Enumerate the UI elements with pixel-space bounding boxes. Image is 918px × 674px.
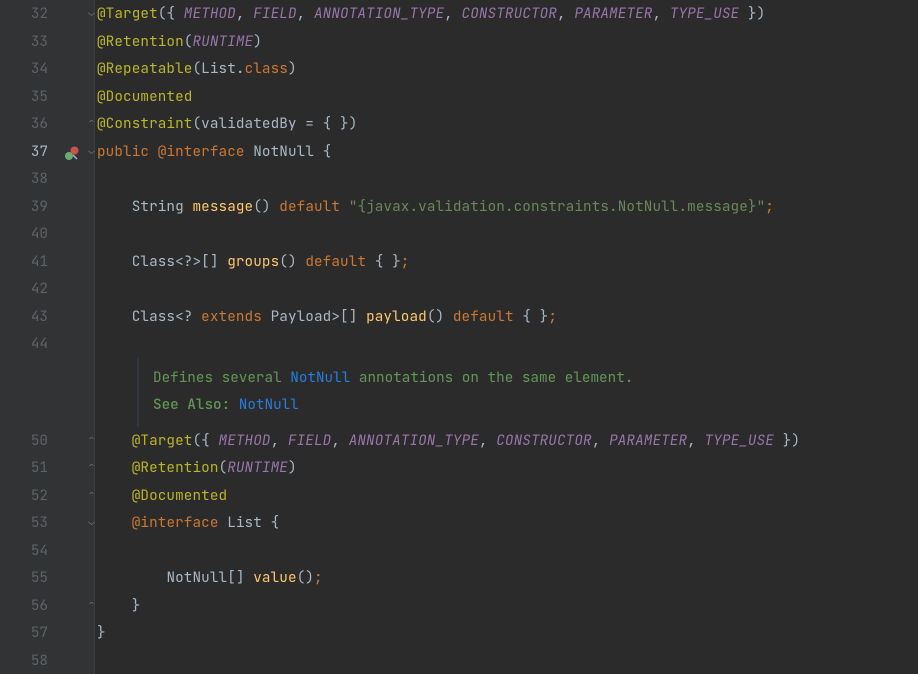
code-area[interactable]: @Target({ METHOD, FIELD, ANNOTATION_TYPE… — [95, 0, 918, 674]
line-number[interactable]: 35 — [0, 83, 48, 111]
javadoc-line: Defines several NotNull annotations on t… — [153, 364, 918, 391]
line-number[interactable]: 42 — [0, 275, 48, 303]
line-number[interactable]: 34 — [0, 55, 48, 83]
code-line[interactable] — [97, 647, 918, 674]
code-line[interactable]: Class<? extends Payload>[] payload() def… — [97, 303, 918, 331]
code-line[interactable]: @Documented — [97, 83, 918, 111]
code-line[interactable] — [97, 220, 918, 248]
code-line[interactable]: } — [97, 592, 918, 620]
line-number[interactable]: 52 — [0, 482, 48, 510]
line-number — [0, 358, 48, 427]
line-number[interactable]: 44 — [0, 330, 48, 358]
line-number[interactable]: 54 — [0, 537, 48, 565]
line-number[interactable]: 58 — [0, 647, 48, 674]
implementations-marker-icon[interactable] — [64, 143, 80, 159]
line-number[interactable]: 40 — [0, 220, 48, 248]
code-line[interactable]: @interface List { — [97, 509, 918, 537]
code-line[interactable]: @Retention(RUNTIME) — [97, 454, 918, 482]
code-line[interactable]: @Documented — [97, 482, 918, 510]
line-number[interactable]: 43 — [0, 303, 48, 331]
line-number[interactable]: 33 — [0, 28, 48, 56]
code-line[interactable]: NotNull[] value(); — [97, 564, 918, 592]
code-line[interactable]: @Target({ METHOD, FIELD, ANNOTATION_TYPE… — [97, 0, 918, 28]
annotation: @Target — [97, 4, 158, 23]
line-number[interactable]: 36 — [0, 110, 48, 138]
line-number[interactable]: 56 — [0, 592, 48, 620]
code-line[interactable] — [97, 165, 918, 193]
line-number[interactable]: 55 — [0, 564, 48, 592]
code-line[interactable]: @Repeatable(List.class) — [97, 55, 918, 83]
code-line[interactable] — [97, 275, 918, 303]
line-number[interactable]: 41 — [0, 248, 48, 276]
javadoc-line: See Also: NotNull — [153, 391, 918, 418]
javadoc-link[interactable]: NotNull — [290, 368, 350, 387]
line-number[interactable]: 51 — [0, 454, 48, 482]
line-number[interactable]: 57 — [0, 619, 48, 647]
code-line[interactable]: @Constraint(validatedBy = { }) — [97, 110, 918, 138]
code-line[interactable] — [97, 537, 918, 565]
rendered-javadoc[interactable]: Defines several NotNull annotations on t… — [137, 358, 918, 427]
line-number[interactable]: 50 — [0, 427, 48, 455]
line-number[interactable]: 32 — [0, 0, 48, 28]
line-number[interactable]: 53 — [0, 509, 48, 537]
code-line[interactable] — [97, 330, 918, 358]
code-editor[interactable]: 32 33 34 35 36 37 38 39 40 41 42 43 44 5… — [0, 0, 918, 674]
code-line[interactable]: } — [97, 619, 918, 647]
code-line[interactable]: Class<?>[] groups() default { }; — [97, 248, 918, 276]
line-number[interactable]: 37 — [0, 138, 48, 166]
code-line[interactable]: @Target({ METHOD, FIELD, ANNOTATION_TYPE… — [97, 427, 918, 455]
code-line[interactable]: @Retention(RUNTIME) — [97, 28, 918, 56]
gutter-marker-column — [56, 0, 92, 674]
javadoc-link[interactable]: NotNull — [239, 395, 299, 414]
code-line[interactable]: String message() default "{javax.validat… — [97, 193, 918, 221]
line-number[interactable]: 38 — [0, 165, 48, 193]
line-number-gutter[interactable]: 32 33 34 35 36 37 38 39 40 41 42 43 44 5… — [0, 0, 56, 674]
code-line[interactable]: public @interface NotNull { — [97, 138, 918, 166]
line-number[interactable]: 39 — [0, 193, 48, 221]
